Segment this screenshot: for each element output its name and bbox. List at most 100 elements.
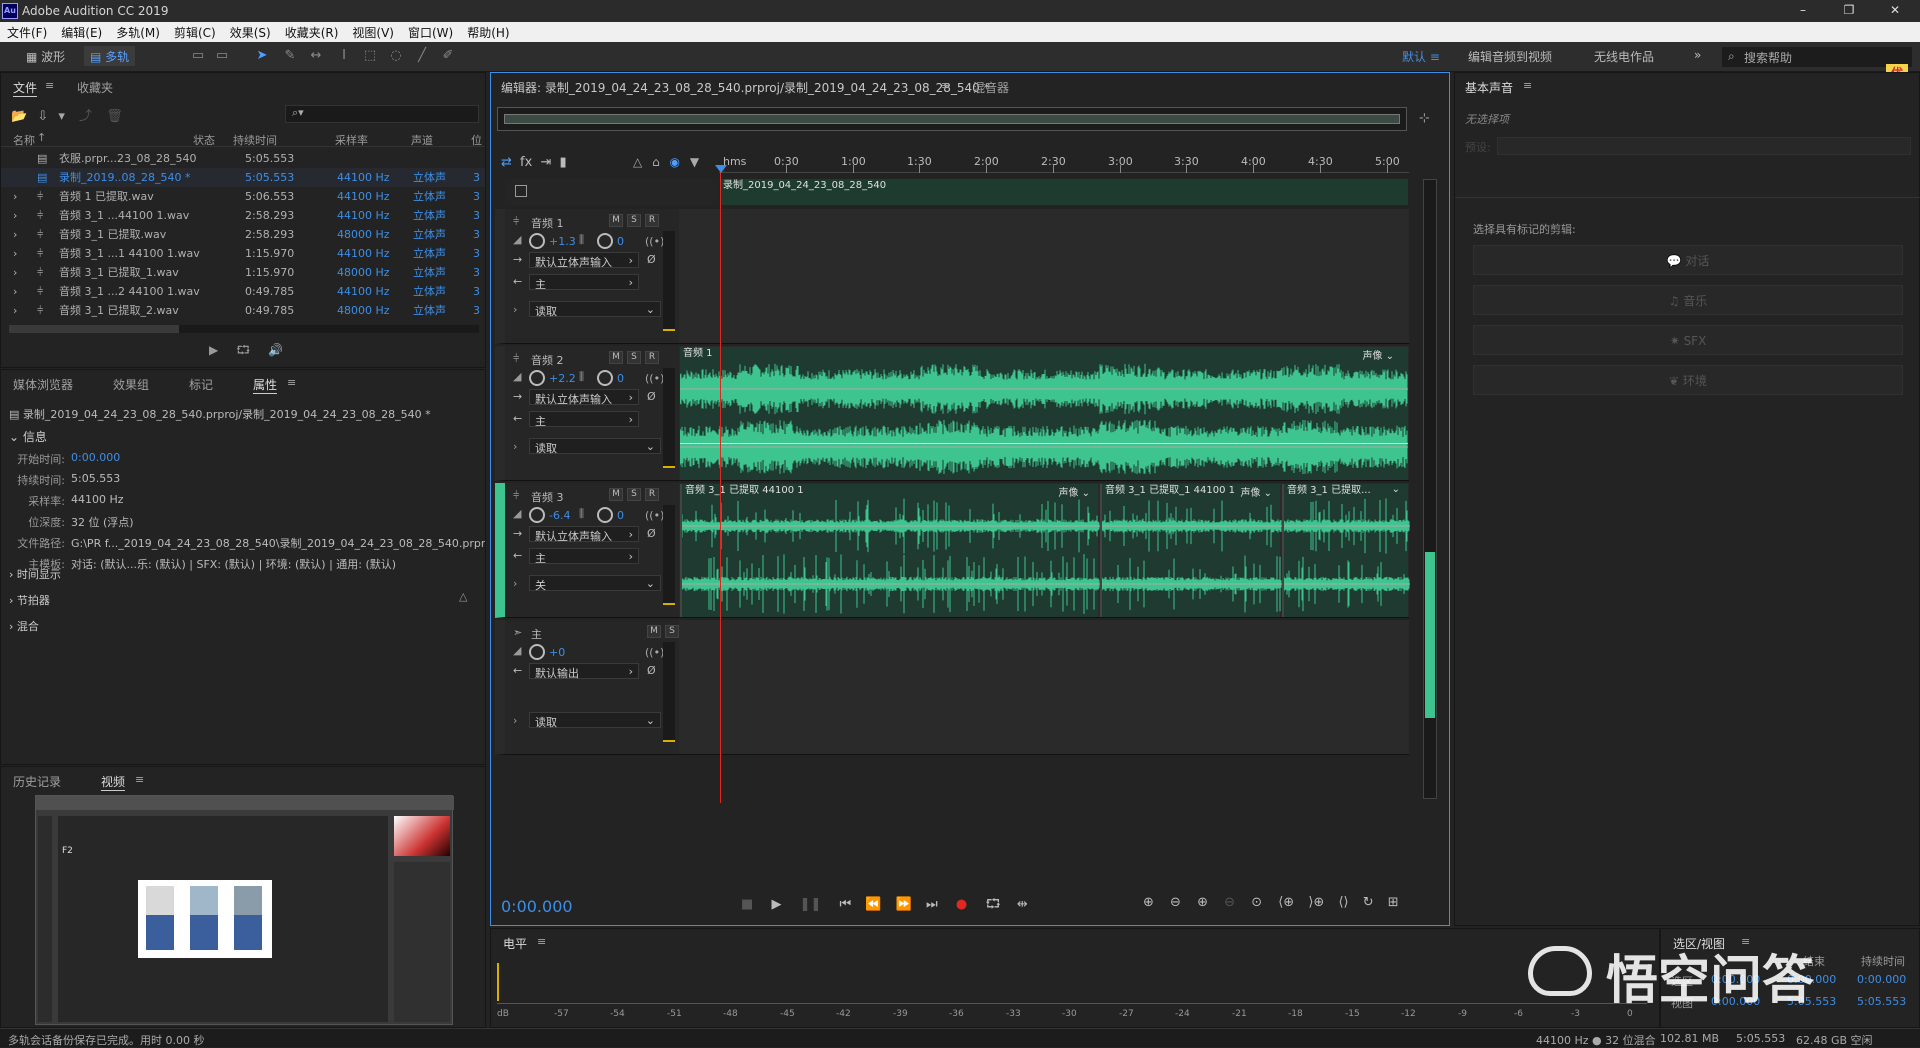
- volume-knob[interactable]: [529, 370, 545, 386]
- track-name[interactable]: 音频 3: [531, 489, 564, 505]
- chevron-right-icon[interactable]: ›: [13, 187, 17, 206]
- go-to-end-icon[interactable]: ⏭: [926, 897, 938, 912]
- track-mute-button[interactable]: M: [609, 351, 623, 364]
- phase-invert-icon[interactable]: Ø: [647, 390, 656, 403]
- chevron-right-icon[interactable]: ›: [513, 714, 517, 727]
- stop-icon[interactable]: ■: [741, 897, 753, 912]
- track-header[interactable]: ⫩ 音频 3 M S R ◢ -6.4 ⫼ 0 ((•)) → 默认立体声输入 › Ø ← 主 › › 关 ⌄: [495, 483, 679, 618]
- play-icon[interactable]: ▶: [771, 897, 781, 912]
- lasso-icon[interactable]: ◌: [388, 48, 404, 64]
- audio-clip[interactable]: 音频 3_1 已提取_1 44100 1 声像 ⌄: [1100, 484, 1282, 617]
- timeline-ruler[interactable]: hms 0:30 1:00 1:30 2:00 2:30 3:00 3:30 4:00 4:30…: [719, 153, 1409, 173]
- tab-markers[interactable]: 标记: [189, 376, 213, 393]
- chevron-right-icon[interactable]: ›: [13, 263, 17, 282]
- chevron-right-icon[interactable]: ›: [13, 225, 17, 244]
- volume-knob[interactable]: [529, 233, 545, 249]
- clip-pan-tag[interactable]: 声像 ⌄: [1240, 484, 1272, 499]
- go-to-start-icon[interactable]: ⏮: [840, 897, 852, 912]
- info-section[interactable]: ⌄ 信息: [9, 428, 47, 445]
- pan-knob[interactable]: [597, 233, 613, 249]
- chevron-right-icon[interactable]: ›: [513, 577, 517, 590]
- zoom-in-time-icon[interactable]: ⊕: [1197, 895, 1208, 910]
- volume-value[interactable]: +1.3: [549, 235, 576, 248]
- close-icon[interactable]: ✕: [1872, 0, 1918, 22]
- zoom-out-time-icon[interactable]: ⊖: [1224, 895, 1235, 910]
- zoom-navigator-handle[interactable]: [504, 114, 1400, 124]
- zoom-out-point-icon[interactable]: ⟩⊕: [1308, 895, 1324, 910]
- slip-tool-icon[interactable]: ↔: [308, 48, 324, 64]
- menu-clip[interactable]: 剪辑(C): [167, 22, 223, 41]
- loop-preview-icon[interactable]: ⮔: [236, 343, 250, 357]
- volume-value[interactable]: -6.4: [549, 509, 570, 522]
- track-lane[interactable]: [679, 209, 1409, 344]
- search-help-input[interactable]: ⌕ 搜索帮助: [1722, 47, 1912, 67]
- tab-media-browser[interactable]: 媒体浏览器: [13, 376, 73, 393]
- track-name[interactable]: 音频 1: [531, 215, 564, 231]
- panel-menu-icon[interactable]: ≡: [135, 773, 144, 786]
- preset-dropdown[interactable]: [1497, 137, 1911, 155]
- marker-icon[interactable]: ▼: [690, 155, 699, 169]
- info-value[interactable]: 0:00.000: [71, 451, 120, 464]
- track-header[interactable]: ➣ 主 M S ◢ +0 ((•)) ← 默认输出 › Ø › 读取 ⌄: [495, 620, 679, 755]
- volume-knob[interactable]: [529, 507, 545, 523]
- panel-menu-icon[interactable]: ≡: [45, 79, 54, 92]
- clip-pan-tag[interactable]: 声像 ⌄: [1058, 484, 1090, 499]
- pan-value[interactable]: 0: [617, 509, 624, 522]
- marquee-icon[interactable]: ⬚: [362, 48, 378, 64]
- autoplay-icon[interactable]: 🔊: [268, 343, 283, 357]
- volume-value[interactable]: +0: [549, 646, 565, 659]
- eq-icon[interactable]: ▮: [560, 155, 567, 170]
- file-row[interactable]: › ⫩ 音频 3_1 已提取.wav 2:58.293 48000 Hz 立体声 3: [1, 225, 485, 244]
- pan-value[interactable]: 0: [617, 235, 624, 248]
- menu-help[interactable]: 帮助(H): [460, 22, 516, 41]
- phase-invert-icon[interactable]: Ø: [647, 527, 656, 540]
- move-tool-icon[interactable]: ➤: [254, 48, 270, 64]
- tab-video[interactable]: 视频: [101, 773, 126, 791]
- panel-menu-icon[interactable]: ≡: [537, 935, 546, 948]
- phase-invert-icon[interactable]: Ø: [647, 664, 656, 677]
- track-input-dropdown[interactable]: 默认立体声输入 ›: [529, 389, 639, 406]
- fx-icon[interactable]: fx: [520, 155, 532, 170]
- menu-view[interactable]: 视图(V): [345, 22, 401, 41]
- col-name[interactable]: 名称: [13, 132, 35, 148]
- import-icon[interactable]: ⇩: [37, 109, 48, 124]
- file-row[interactable]: › ⫩ 音频 3_1 ...1 44100 1.wav 1:15.970 44100 H…: [1, 244, 485, 263]
- menu-multitrack[interactable]: 多轨(M): [109, 22, 167, 41]
- loop-icon[interactable]: ⮔: [985, 897, 1000, 912]
- play-preview-icon[interactable]: ▶: [209, 343, 218, 357]
- chevron-right-icon[interactable]: ›: [13, 206, 17, 225]
- track-name[interactable]: 音频 2: [531, 352, 564, 368]
- file-row[interactable]: › ⫩ 音频 3_1 ...44100 1.wav 2:58.293 44100 Hz 立…: [1, 206, 485, 225]
- files-scrollbar[interactable]: [9, 325, 479, 333]
- tab-levels[interactable]: 电平: [503, 935, 527, 952]
- insert-icon[interactable]: ⤴: [79, 109, 92, 124]
- rewind-icon[interactable]: ⏪: [865, 897, 881, 912]
- music-button[interactable]: ♫ 音乐: [1473, 285, 1903, 315]
- new-file-icon[interactable]: ▾: [58, 109, 65, 124]
- menu-file[interactable]: 文件(F): [0, 22, 54, 41]
- track-lane[interactable]: [679, 620, 1409, 755]
- volume-value[interactable]: +2.2: [549, 372, 576, 385]
- audio-clip[interactable]: 音频 3_1 已提取 44100 1 声像 ⌄: [680, 484, 1100, 617]
- chevron-down-icon[interactable]: ⌄: [1392, 484, 1400, 495]
- workspace-edit-video[interactable]: 编辑音频到视频: [1468, 48, 1552, 65]
- pan-value[interactable]: 0: [617, 372, 624, 385]
- pan-knob[interactable]: [597, 370, 613, 386]
- chevron-right-icon[interactable]: ›: [13, 301, 17, 320]
- multitrack-view-button[interactable]: ▤ 多轨: [84, 46, 136, 66]
- track-solo-button[interactable]: S: [665, 625, 679, 638]
- chevron-right-icon[interactable]: ›: [13, 282, 17, 301]
- audio-clip[interactable]: 音频 1 声像 ⌄: [680, 347, 1408, 480]
- track-output-dropdown[interactable]: 主 ›: [529, 274, 639, 291]
- skip-selection-icon[interactable]: ⇹: [1017, 897, 1028, 912]
- dialogue-button[interactable]: 💬 对话: [1473, 245, 1903, 275]
- track-arm-record-button[interactable]: R: [645, 351, 659, 364]
- audio-clip[interactable]: 音频 3_1 已提取... ⌄: [1282, 484, 1410, 617]
- spot-heal-icon[interactable]: ✐: [440, 48, 456, 64]
- track-input-dropdown[interactable]: 默认立体声输入 ›: [529, 526, 639, 543]
- files-search-input[interactable]: ⌕▾: [285, 105, 479, 123]
- section-mix[interactable]: › 混合: [9, 618, 39, 634]
- automation-mode-dropdown[interactable]: 读取 ⌄: [529, 301, 661, 318]
- track-name[interactable]: 主: [531, 626, 542, 642]
- track-header[interactable]: ⫩ 音频 1 M S R ◢ +1.3 ⫼ 0 ((•)) → 默认立体声输入 › Ø ← 主 › › 读取 ⌄: [495, 209, 679, 344]
